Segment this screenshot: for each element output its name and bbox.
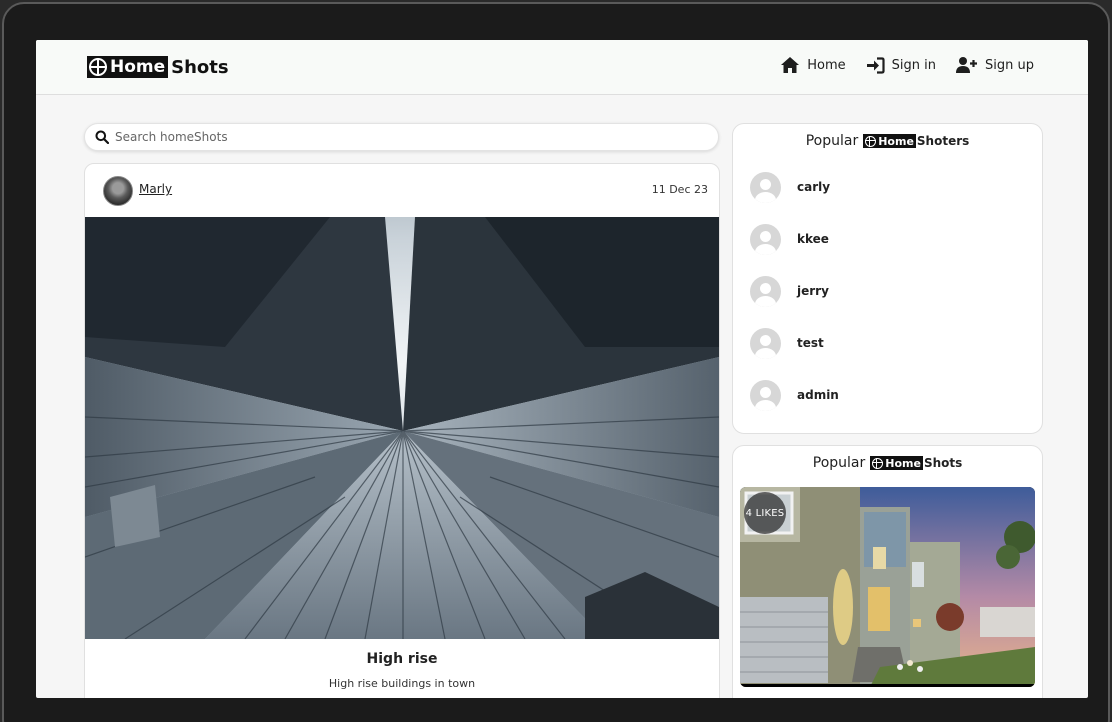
mini-logo-badge: Home (870, 456, 923, 470)
mini-logo-word: Home (878, 134, 914, 148)
popular-users-prefix: Popular (805, 133, 859, 149)
likes-badge: 4 LIKES (744, 492, 786, 534)
user-name: kkee (797, 232, 829, 246)
home-icon (781, 57, 800, 73)
logo-word-shots: Shots (171, 56, 229, 78)
post-title: High rise (366, 651, 438, 667)
list-item[interactable]: jerry (733, 265, 1042, 317)
post-description: High rise buildings in town (328, 677, 476, 690)
user-avatar-icon (750, 171, 781, 203)
popular-shot-card[interactable]: 4 LIKES (740, 487, 1035, 687)
search-icon (95, 130, 109, 144)
browser-screen: Home Shots Home Sign in Sign up Search h… (36, 40, 1088, 698)
post-username-link[interactable]: Marly (139, 182, 172, 196)
nav-sign-up-label: Sign up (985, 57, 1034, 73)
list-item[interactable]: kkee (733, 213, 1042, 265)
mini-logo-word: Home (885, 456, 921, 470)
main-nav: Home Sign in Sign up (780, 56, 1034, 74)
list-item[interactable]: admin (733, 369, 1042, 421)
sign-in-icon (866, 56, 885, 74)
user-name: carly (797, 180, 831, 194)
popular-users-title: Popular Home Shoters (733, 133, 1042, 149)
user-name: jerry (797, 284, 829, 298)
user-avatar-icon (750, 275, 781, 307)
popular-shots-title: Popular Home Shots (733, 455, 1042, 471)
user-plus-icon (956, 57, 978, 73)
logo-badge: Home (87, 56, 169, 78)
mini-logo-suffix: Shoters (916, 134, 970, 148)
nav-sign-up-link[interactable]: Sign up (956, 56, 1034, 74)
logo-word-home: Home (110, 57, 166, 77)
popular-shots-prefix: Popular (812, 455, 866, 471)
user-name: test (797, 336, 824, 350)
post-card: Marly 11 Dec 23 High rise High rise buil… (84, 163, 720, 698)
avatar[interactable] (103, 176, 133, 206)
nav-sign-in-label: Sign in (891, 57, 937, 73)
search-input[interactable] (115, 130, 695, 144)
crosshair-icon (89, 58, 107, 76)
post-date: 11 Dec 23 (651, 183, 708, 196)
popular-users-panel: Popular Home Shoters carly kkee jerry te… (732, 123, 1043, 434)
popular-users-list: carly kkee jerry test admin (733, 161, 1042, 421)
post-header: Marly 11 Dec 23 (85, 164, 719, 217)
top-navbar: Home Shots Home Sign in Sign up (36, 40, 1088, 95)
search-bar (84, 123, 719, 151)
nav-sign-in-link[interactable]: Sign in (866, 56, 937, 74)
user-name: admin (797, 388, 839, 402)
mini-logo-suffix: Shots (923, 456, 963, 470)
crosshair-icon (872, 457, 884, 469)
homeshoters-logo: Home Shoters (863, 134, 969, 148)
nav-home-label: Home (807, 57, 846, 73)
homeshots-logo: Home Shots (870, 456, 962, 470)
popular-shots-panel: Popular Home Shots 4 LIKES (732, 445, 1043, 698)
user-avatar-icon (750, 223, 781, 255)
user-avatar-icon (750, 379, 781, 411)
list-item[interactable]: test (733, 317, 1042, 369)
mini-logo-badge: Home (863, 134, 916, 148)
list-item[interactable]: carly (733, 161, 1042, 213)
post-image[interactable] (85, 217, 719, 639)
crosshair-icon (865, 135, 877, 147)
user-avatar-icon (750, 327, 781, 359)
nav-home-link[interactable]: Home (780, 56, 846, 74)
site-logo[interactable]: Home Shots (87, 56, 229, 78)
